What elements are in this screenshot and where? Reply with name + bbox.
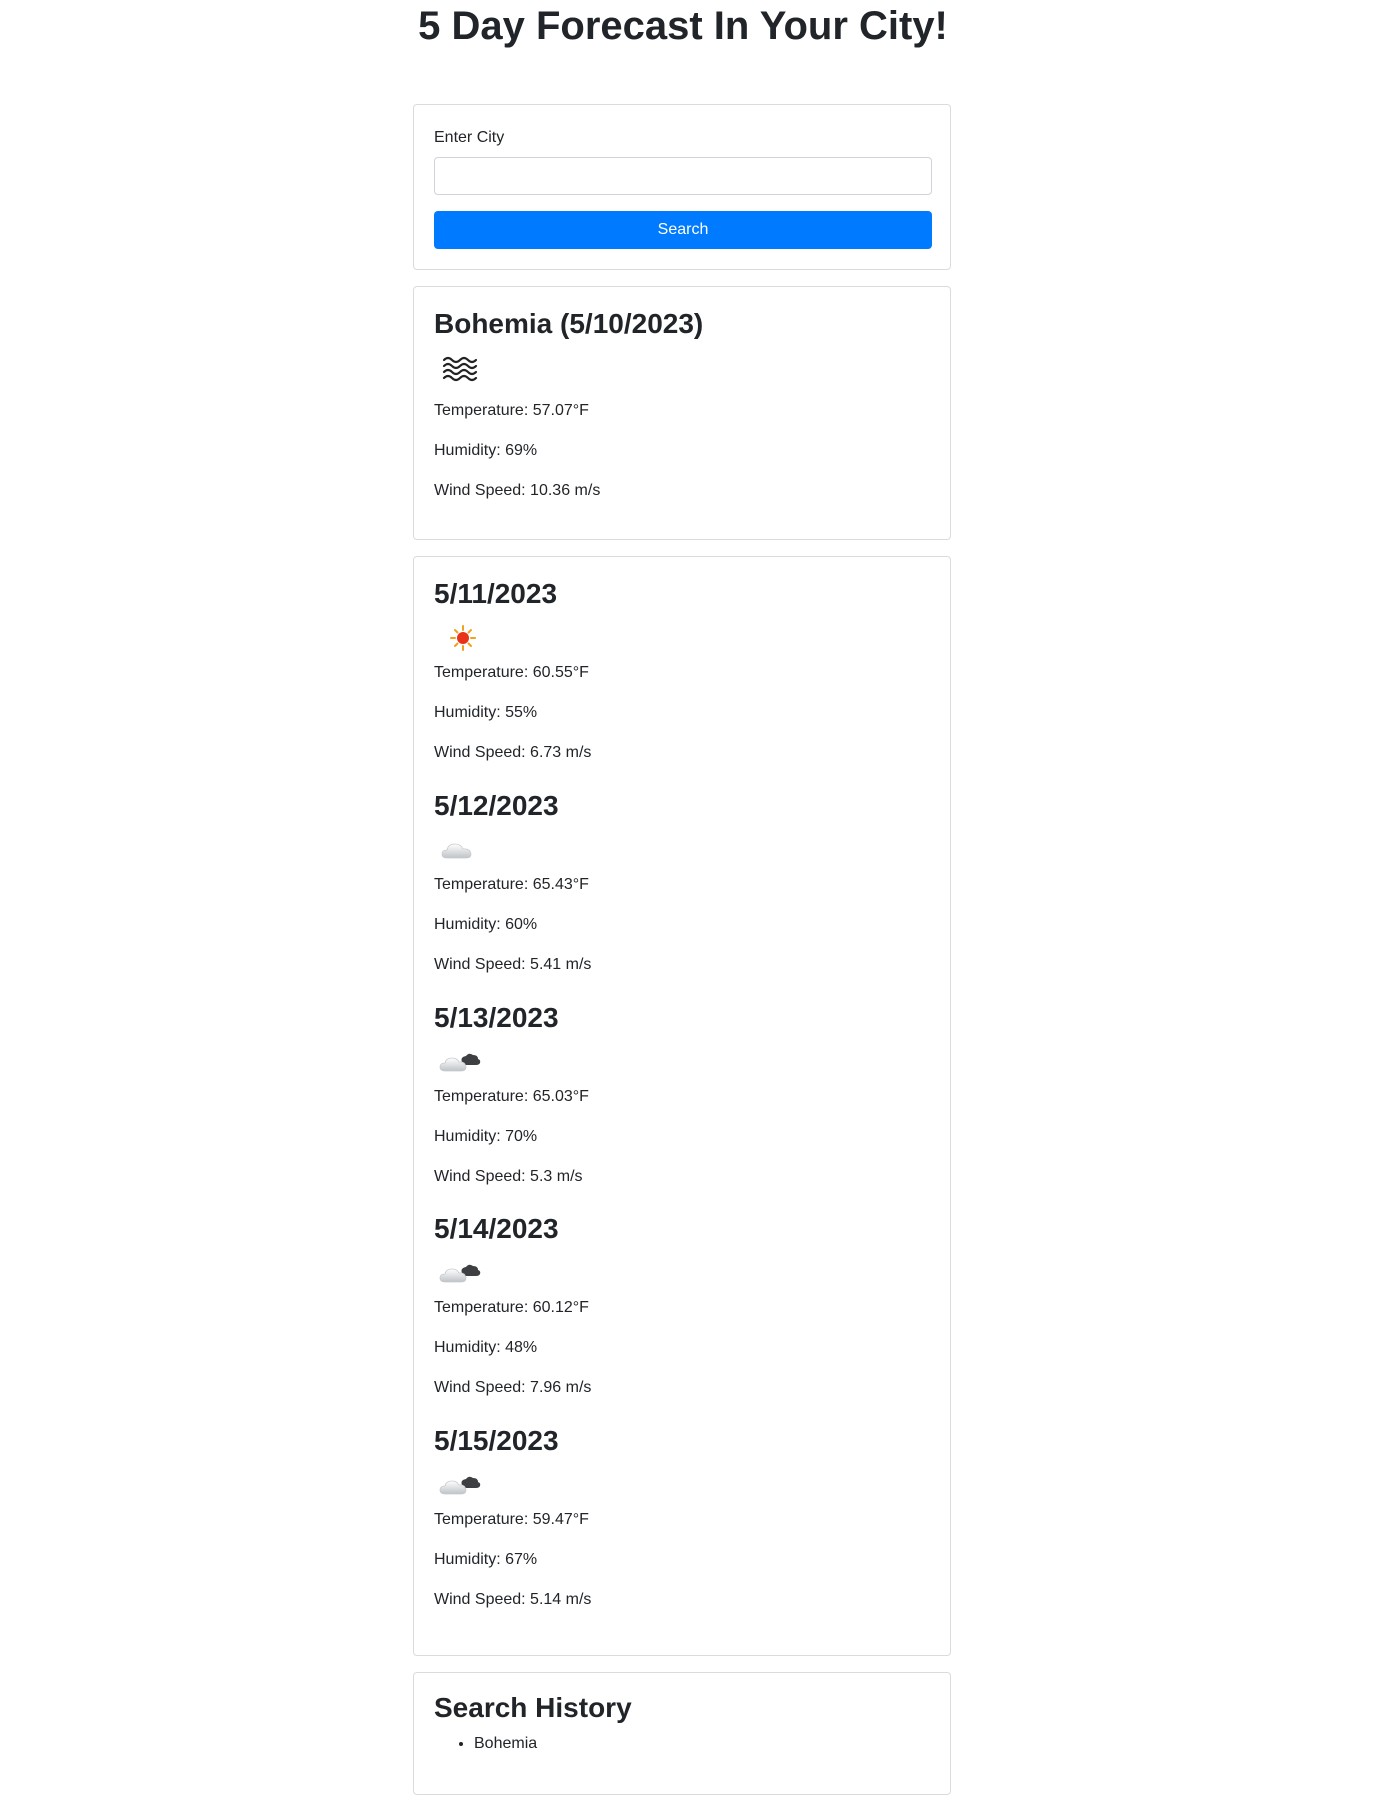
forecast-humidity: Humidity: 67% — [434, 1551, 538, 1568]
forecast-temperature: Temperature: 65.03°F — [434, 1088, 589, 1105]
current-wind-speed: Wind Speed: 10.36 m/s — [434, 482, 601, 499]
forecast-wind-speed: Wind Speed: 5.14 m/s — [434, 1591, 592, 1608]
search-button[interactable]: Search — [434, 211, 932, 249]
forecast-wind-speed: Wind Speed: 7.96 m/s — [434, 1379, 592, 1396]
forecast-temperature: Temperature: 60.55°F — [434, 664, 589, 681]
forecast-date: 5/15/2023 — [434, 1425, 559, 1456]
broken-clouds-icon — [439, 1476, 481, 1495]
mist-icon — [442, 356, 478, 382]
search-history-heading: Search History — [434, 1692, 632, 1723]
city-input[interactable] — [434, 157, 932, 195]
current-temperature: Temperature: 57.07°F — [434, 402, 589, 419]
forecast-wind-speed: Wind Speed: 6.73 m/s — [434, 744, 592, 761]
cloud-icon — [441, 843, 472, 859]
forecast-humidity: Humidity: 55% — [434, 704, 538, 721]
forecast-date: 5/12/2023 — [434, 790, 559, 821]
forecast-temperature: Temperature: 65.43°F — [434, 876, 589, 893]
search-history-list: Bohemia — [454, 1733, 537, 1755]
broken-clouds-icon — [439, 1053, 481, 1072]
search-history-item[interactable]: Bohemia — [474, 1733, 537, 1755]
forecast-humidity: Humidity: 48% — [434, 1339, 538, 1356]
page-title: 5 Day Forecast In Your City! — [418, 4, 948, 48]
city-input-label: Enter City — [434, 129, 505, 146]
sun-icon — [450, 625, 476, 651]
search-card: Enter City Search — [413, 104, 951, 270]
forecast-temperature: Temperature: 59.47°F — [434, 1511, 589, 1528]
broken-clouds-icon — [439, 1264, 481, 1283]
search-history-card: Search History Bohemia — [413, 1672, 951, 1795]
forecast-date: 5/14/2023 — [434, 1213, 559, 1244]
current-humidity: Humidity: 69% — [434, 442, 538, 459]
forecast-date: 5/13/2023 — [434, 1002, 559, 1033]
forecast-humidity: Humidity: 60% — [434, 916, 538, 933]
forecast-temperature: Temperature: 60.12°F — [434, 1299, 589, 1316]
forecast-wind-speed: Wind Speed: 5.3 m/s — [434, 1168, 583, 1185]
current-weather-card: Bohemia (5/10/2023) Temperature: 57.07°F… — [413, 286, 951, 540]
forecast-card: 5/11/2023 Temperature: 60.55°F Humidity:… — [413, 556, 951, 1656]
forecast-humidity: Humidity: 70% — [434, 1128, 538, 1145]
forecast-wind-speed: Wind Speed: 5.41 m/s — [434, 956, 592, 973]
current-city-heading: Bohemia (5/10/2023) — [434, 308, 704, 339]
forecast-date: 5/11/2023 — [434, 578, 558, 609]
